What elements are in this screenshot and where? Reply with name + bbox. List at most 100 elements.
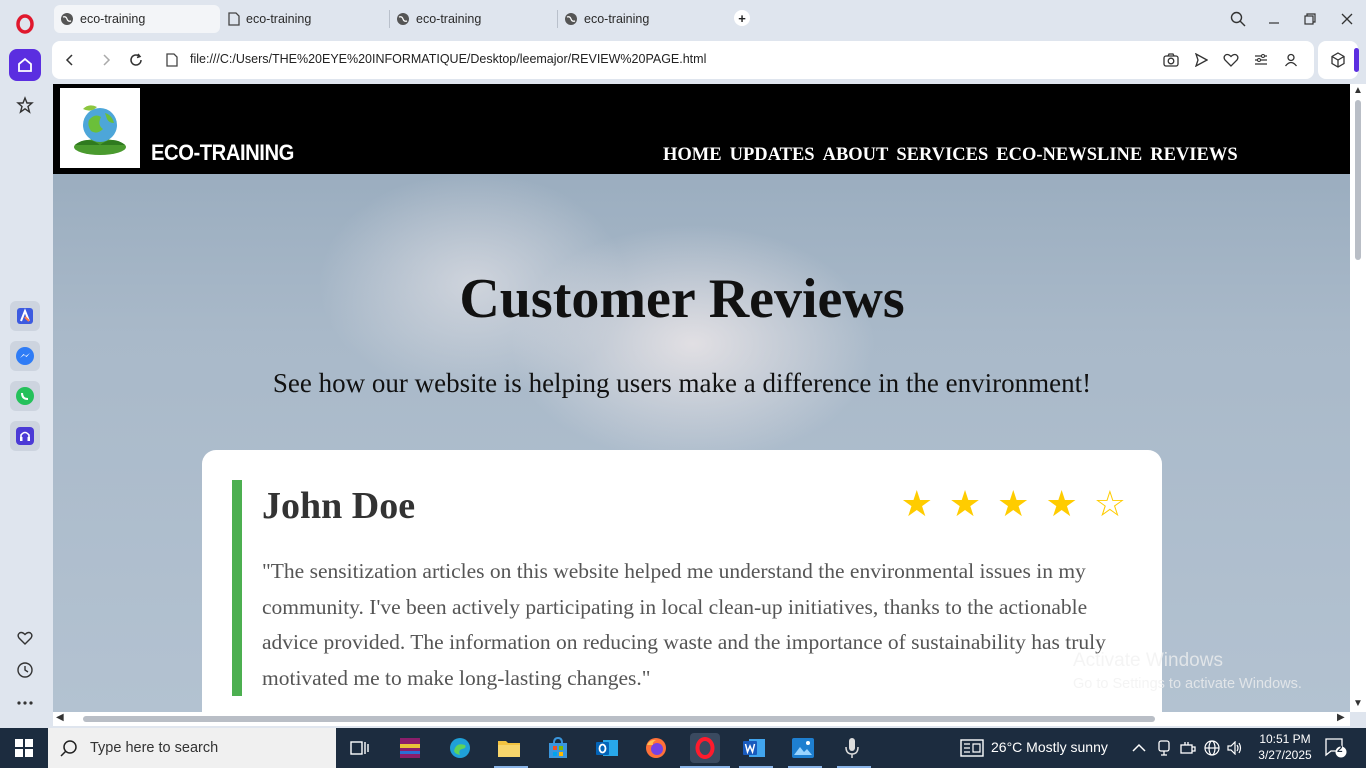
new-tab-button[interactable]: + bbox=[734, 10, 750, 26]
network-globe-icon[interactable] bbox=[1201, 733, 1223, 763]
heart-icon[interactable] bbox=[1222, 51, 1240, 69]
firefox-icon[interactable] bbox=[641, 733, 671, 763]
microsoft-store-icon[interactable] bbox=[543, 733, 573, 763]
nav-reviews[interactable]: REVIEWS bbox=[1150, 145, 1237, 166]
tab-label: eco-training bbox=[246, 12, 312, 26]
globe-leaf-icon bbox=[74, 105, 126, 155]
history-icon[interactable] bbox=[9, 654, 41, 686]
nav-home[interactable]: HOME bbox=[663, 145, 722, 166]
voice-recorder-icon[interactable] bbox=[837, 733, 867, 763]
scroll-left-icon[interactable]: ◀ bbox=[56, 712, 64, 723]
heart-icon[interactable] bbox=[9, 622, 41, 654]
tab-4[interactable]: eco-training bbox=[558, 5, 724, 33]
chevron-up-icon[interactable] bbox=[1126, 733, 1152, 763]
whatsapp-icon[interactable] bbox=[10, 381, 40, 411]
star-filled-icon: ★ bbox=[948, 483, 982, 524]
scroll-right-icon[interactable]: ▶ bbox=[1337, 712, 1345, 723]
home-icon[interactable] bbox=[9, 49, 41, 81]
windows-start-icon[interactable] bbox=[0, 728, 48, 768]
profile-icon[interactable] bbox=[1282, 51, 1300, 69]
activation-watermark-text: Go to Settings to activate Windows. bbox=[1073, 676, 1302, 692]
tab-strip: eco-training eco-training eco-training e… bbox=[50, 0, 1366, 40]
extensions-icon[interactable] bbox=[1318, 41, 1358, 79]
site-logo[interactable] bbox=[60, 88, 140, 168]
search-tabs-icon[interactable] bbox=[1226, 8, 1250, 30]
forward-icon[interactable] bbox=[96, 50, 116, 70]
music-player-icon[interactable] bbox=[10, 421, 40, 451]
site-brand[interactable]: ECO-TRAINING bbox=[151, 140, 294, 166]
vertical-scroll-thumb[interactable] bbox=[1355, 100, 1361, 260]
review-accent-bar bbox=[232, 480, 242, 696]
file-icon bbox=[228, 12, 240, 26]
file-explorer-icon[interactable] bbox=[494, 733, 524, 763]
browser-sidebar bbox=[0, 0, 50, 728]
star-filled-icon: ★ bbox=[1045, 483, 1078, 524]
restore-icon[interactable] bbox=[1298, 8, 1322, 30]
tab-label: eco-training bbox=[584, 12, 650, 26]
page-viewport: ECO-TRAINING HOME UPDATES ABOUT SERVICES… bbox=[53, 84, 1350, 712]
nav-services[interactable]: SERVICES bbox=[896, 145, 988, 166]
task-view-icon[interactable] bbox=[345, 733, 375, 763]
tab-2[interactable]: eco-training bbox=[222, 5, 388, 33]
opera-taskbar-icon[interactable] bbox=[690, 733, 720, 763]
nav-updates[interactable]: UPDATES bbox=[730, 145, 815, 166]
tab-label: eco-training bbox=[416, 12, 482, 26]
easy-setup-icon[interactable] bbox=[1252, 51, 1270, 69]
sidebar-toggle[interactable] bbox=[1354, 48, 1359, 72]
vertical-scrollbar[interactable]: ▲ ▼ bbox=[1350, 84, 1366, 712]
notification-center-icon[interactable]: 2 bbox=[1324, 736, 1348, 760]
activation-watermark-title: Activate Windows bbox=[1073, 650, 1223, 671]
device-icon[interactable] bbox=[1153, 733, 1175, 763]
star-icon[interactable] bbox=[9, 89, 41, 121]
rating-stars: ★ ★ ★ ★ ☆ bbox=[901, 486, 1126, 522]
taskbar-search[interactable]: Type here to search bbox=[48, 728, 336, 768]
review-card: John Doe ★ ★ ★ ★ ☆ "The sensitization articl… bbox=[202, 450, 1162, 712]
tab-label: eco-training bbox=[80, 12, 146, 26]
close-icon[interactable] bbox=[1335, 8, 1359, 30]
page-title: Customer Reviews bbox=[459, 268, 905, 330]
notification-count: 2 bbox=[1337, 744, 1343, 755]
page-subtitle: See how our website is helping users mak… bbox=[272, 368, 1092, 398]
nav-eco-newsline[interactable]: ECO-NEWSLINE bbox=[996, 145, 1142, 166]
winrar-icon[interactable] bbox=[395, 733, 425, 763]
weather-text[interactable]: 26°C Mostly sunny bbox=[991, 739, 1108, 755]
nav-about[interactable]: ABOUT bbox=[823, 145, 889, 166]
battery-power-icon[interactable] bbox=[1177, 733, 1199, 763]
site-nav: HOME UPDATES ABOUT SERVICES ECO-NEWSLINE… bbox=[663, 145, 1238, 166]
reviewer-name: John Doe bbox=[262, 485, 416, 527]
back-icon[interactable] bbox=[60, 50, 80, 70]
outlook-icon[interactable] bbox=[592, 733, 622, 763]
star-empty-icon: ☆ bbox=[1093, 483, 1126, 524]
taskbar-clock[interactable]: 10:51 PM 3/27/2025 bbox=[1246, 731, 1324, 763]
more-icon[interactable] bbox=[9, 687, 41, 719]
edge-icon[interactable] bbox=[445, 733, 475, 763]
url-field[interactable]: file:///C:/Users/THE%20EYE%20INFORMATIQU… bbox=[190, 52, 706, 66]
horizontal-scroll-thumb[interactable] bbox=[83, 716, 1155, 722]
opera-logo-icon[interactable] bbox=[9, 8, 41, 40]
site-header: ECO-TRAINING HOME UPDATES ABOUT SERVICES… bbox=[53, 84, 1350, 174]
photos-icon[interactable] bbox=[788, 733, 818, 763]
messenger-icon[interactable] bbox=[10, 341, 40, 371]
horizontal-scrollbar[interactable]: ◀ ▶ bbox=[53, 712, 1350, 726]
address-bar: file:///C:/Users/THE%20EYE%20INFORMATIQU… bbox=[52, 41, 1314, 79]
send-icon[interactable] bbox=[1192, 51, 1210, 69]
taskbar-search-placeholder: Type here to search bbox=[90, 740, 219, 756]
clock-time: 10:51 PM bbox=[1259, 732, 1311, 746]
aria-icon[interactable] bbox=[10, 301, 40, 331]
camera-icon[interactable] bbox=[1162, 51, 1180, 69]
scroll-up-icon[interactable]: ▲ bbox=[1353, 85, 1363, 96]
tab-3[interactable]: eco-training bbox=[390, 5, 556, 33]
minimize-icon[interactable] bbox=[1262, 8, 1286, 30]
file-icon bbox=[162, 50, 182, 70]
news-weather-icon[interactable] bbox=[957, 733, 987, 763]
volume-icon[interactable] bbox=[1224, 733, 1246, 763]
star-filled-icon: ★ bbox=[900, 483, 933, 524]
globe-icon bbox=[61, 13, 73, 25]
clock-date: 3/27/2025 bbox=[1258, 748, 1312, 762]
word-icon[interactable] bbox=[739, 733, 769, 763]
tab-1[interactable]: eco-training bbox=[54, 5, 220, 33]
scroll-down-icon[interactable]: ▼ bbox=[1353, 698, 1363, 709]
reload-icon[interactable] bbox=[126, 50, 146, 70]
globe-icon bbox=[565, 13, 577, 25]
star-filled-icon: ★ bbox=[997, 483, 1030, 524]
